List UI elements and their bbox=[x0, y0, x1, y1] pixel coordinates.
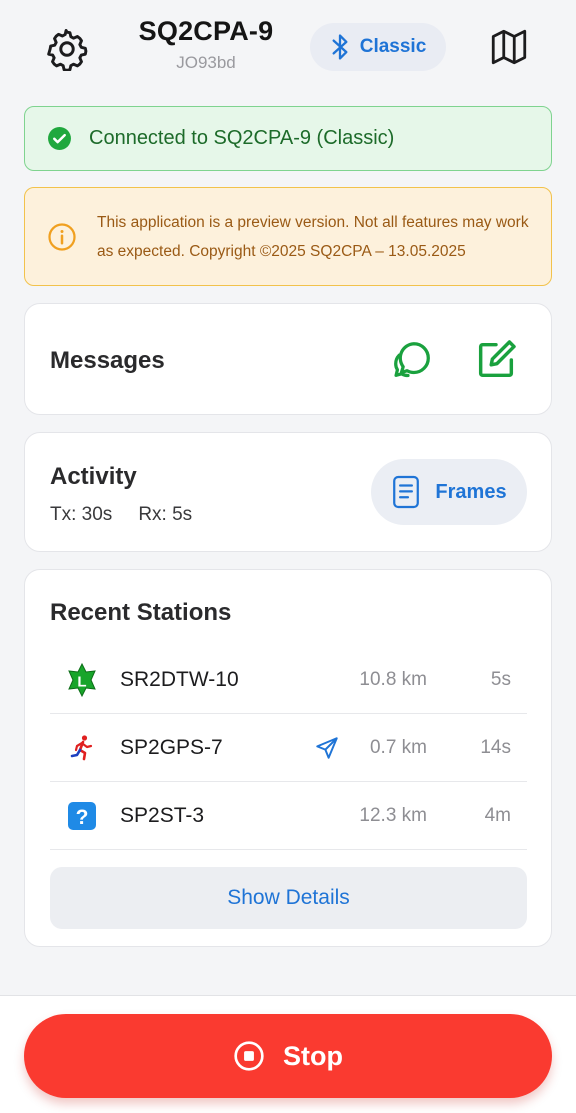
document-icon bbox=[393, 475, 420, 509]
station-distance: 12.3 km bbox=[359, 804, 427, 826]
callsign-title: SQ2CPA-9 bbox=[138, 16, 274, 46]
frames-label: Frames bbox=[435, 480, 507, 503]
recent-stations-title: Recent Stations bbox=[50, 599, 232, 626]
star-l-icon: L bbox=[65, 662, 99, 697]
runner-icon bbox=[65, 731, 99, 765]
station-callsign: SP2ST-3 bbox=[120, 803, 205, 827]
locator-subtitle: JO93bd bbox=[176, 53, 236, 72]
activity-card: Activity Tx: 30s Rx: 5s Frames bbox=[24, 432, 552, 552]
station-distance: 0.7 km bbox=[369, 736, 427, 758]
station-row[interactable]: SP2GPS-7 0.7 km 14s bbox=[50, 714, 527, 782]
stop-button[interactable]: Stop bbox=[24, 1014, 552, 1098]
map-icon bbox=[491, 29, 527, 65]
preview-warning-banner: This application is a preview version. N… bbox=[24, 187, 552, 286]
messages-card[interactable]: Messages bbox=[24, 303, 552, 415]
frames-button[interactable]: Frames bbox=[371, 459, 527, 525]
app-header: SQ2CPA-9 JO93bd Classic bbox=[0, 0, 576, 100]
connection-mode-label: Classic bbox=[359, 36, 427, 57]
station-last-heard: 4m bbox=[484, 804, 511, 826]
activity-stats: Tx: 30s Rx: 5s bbox=[50, 504, 192, 526]
gear-icon bbox=[47, 29, 88, 71]
show-details-button[interactable]: Show Details bbox=[50, 867, 527, 929]
station-last-heard: 5s bbox=[490, 668, 511, 690]
tx-stat: Tx: 30s bbox=[50, 504, 113, 525]
info-circle-icon bbox=[48, 222, 76, 251]
settings-button[interactable] bbox=[42, 24, 92, 74]
stop-label: Stop bbox=[283, 1040, 343, 1071]
rx-stat: Rx: 5s bbox=[138, 504, 193, 525]
stop-circle-icon bbox=[234, 1041, 264, 1071]
station-last-heard: 14s bbox=[480, 736, 511, 758]
station-distance: 10.8 km bbox=[359, 668, 427, 690]
connection-status-text: Connected to SQ2CPA-9 (Classic) bbox=[89, 127, 395, 149]
bottom-action-bar: Stop bbox=[0, 995, 576, 1113]
map-button[interactable] bbox=[484, 22, 534, 72]
compose-icon[interactable] bbox=[473, 337, 519, 383]
station-row[interactable]: ? SP2ST-3 12.3 km 4m bbox=[50, 782, 527, 850]
station-callsign: SR2DTW-10 bbox=[120, 667, 239, 691]
connection-status-banner: Connected to SQ2CPA-9 (Classic) bbox=[24, 106, 552, 171]
navigate-arrow-icon[interactable] bbox=[314, 735, 340, 761]
station-callsign: SP2GPS-7 bbox=[120, 735, 223, 759]
messages-title: Messages bbox=[50, 347, 165, 374]
preview-warning-text: This application is a preview version. N… bbox=[97, 213, 529, 260]
recent-stations-card: Recent Stations L SR2DTW-10 10.8 km 5s S… bbox=[24, 569, 552, 947]
bluetooth-icon bbox=[332, 34, 348, 60]
svg-text:?: ? bbox=[76, 806, 89, 829]
chat-icon[interactable] bbox=[389, 337, 435, 383]
station-row[interactable]: L SR2DTW-10 10.8 km 5s bbox=[50, 646, 527, 714]
check-circle-icon bbox=[48, 127, 71, 150]
question-icon: ? bbox=[65, 799, 99, 833]
svg-text:L: L bbox=[77, 673, 86, 690]
connection-mode-button[interactable]: Classic bbox=[310, 23, 446, 71]
device-title-block: SQ2CPA-9 JO93bd bbox=[130, 16, 282, 73]
activity-title: Activity bbox=[50, 463, 137, 490]
